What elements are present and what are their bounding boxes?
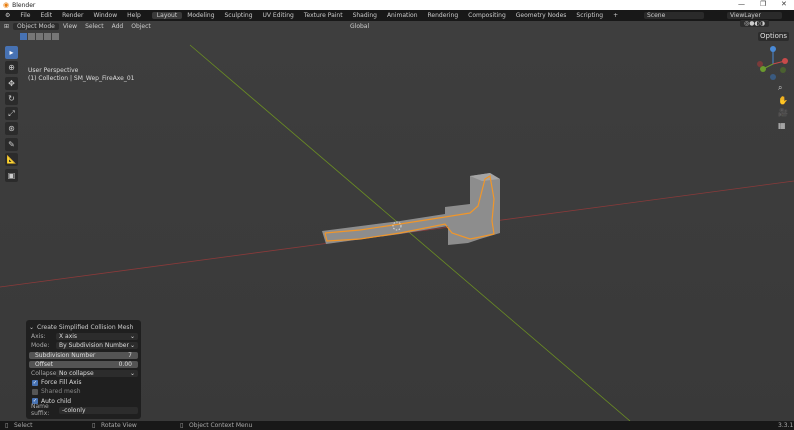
collapse-dropdown[interactable]: No collapse ⌄ bbox=[56, 370, 138, 378]
tab-layout[interactable]: Layout bbox=[151, 12, 183, 19]
title-bar: ◉ Blender — ❐ ✕ bbox=[0, 0, 794, 10]
mouse-right-icon: ▯ bbox=[180, 422, 184, 429]
measure-tool-icon[interactable]: 📐 bbox=[5, 153, 18, 166]
camera-icon: 🎥 bbox=[778, 108, 788, 117]
mode-selector[interactable]: Object Mode bbox=[13, 22, 59, 30]
operator-panel: ⌄ Create Simplified Collision Mesh Axis: X… bbox=[26, 320, 141, 419]
menu-help[interactable]: Help bbox=[122, 12, 146, 19]
collection-label: (1) Collection | SM_Wep_FireAxe_01 bbox=[28, 75, 135, 82]
force-fill-checkbox[interactable]: ✓ Force Fill Axis bbox=[29, 378, 138, 387]
tab-compositing[interactable]: Compositing bbox=[463, 12, 511, 19]
maximize-button[interactable]: ❐ bbox=[760, 0, 766, 8]
offset-field[interactable]: Offset 0.00 bbox=[29, 360, 138, 368]
tab-texture-paint[interactable]: Texture Paint bbox=[299, 12, 348, 19]
shared-mesh-checkbox[interactable]: Shared mesh bbox=[29, 387, 138, 396]
tab-modeling[interactable]: Modeling bbox=[182, 12, 219, 19]
close-button[interactable]: ✕ bbox=[781, 0, 787, 8]
menu-object[interactable]: Object bbox=[127, 23, 155, 30]
select-mode-buttons[interactable] bbox=[20, 33, 59, 40]
transform-tool-icon[interactable]: ⊛ bbox=[5, 122, 18, 135]
orientation-selector[interactable]: Global bbox=[346, 23, 373, 30]
navigation-gizmo[interactable] bbox=[755, 44, 794, 84]
tab-animation[interactable]: Animation bbox=[382, 12, 423, 19]
move-tool-icon[interactable]: ✥ bbox=[5, 77, 18, 90]
pan-hand-icon: ✋ bbox=[778, 95, 788, 105]
y-axis-line bbox=[189, 44, 631, 421]
top-bar: ⚙ File Edit Render Window Help Layout Mo… bbox=[0, 10, 794, 21]
status-context: Object Context Menu bbox=[189, 422, 253, 429]
status-rotate: Rotate View bbox=[101, 422, 137, 429]
add-cube-tool-icon[interactable]: ▣ bbox=[5, 169, 18, 182]
mode-dropdown[interactable]: By Subdivision Number ⌄ bbox=[56, 342, 138, 350]
suffix-input[interactable]: -colonly bbox=[59, 406, 138, 414]
viewport-header: ⊞ Object Mode View Select Add Object Glo… bbox=[0, 20, 794, 31]
scene-selector[interactable]: Scene bbox=[644, 12, 704, 19]
gizmo-z bbox=[770, 46, 776, 52]
options-button[interactable]: Options bbox=[758, 32, 790, 41]
status-bar: ▯ Select ▯ Rotate View ▯ Object Context Men… bbox=[0, 421, 794, 430]
tab-rendering[interactable]: Rendering bbox=[423, 12, 464, 19]
window-title: Blender bbox=[12, 1, 36, 9]
editor-type-icon[interactable]: ⊞ bbox=[0, 23, 13, 30]
blender-menu-icon[interactable]: ⚙ bbox=[0, 12, 15, 19]
annotate-tool-icon[interactable]: ✎ bbox=[5, 138, 18, 151]
menu-window[interactable]: Window bbox=[88, 12, 122, 19]
tab-shading[interactable]: Shading bbox=[348, 12, 382, 19]
view-layer-selector[interactable]: ViewLayer bbox=[727, 12, 782, 19]
tab-geometry-nodes[interactable]: Geometry Nodes bbox=[511, 12, 572, 19]
mouse-left-icon: ▯ bbox=[5, 422, 9, 429]
menu-edit[interactable]: Edit bbox=[35, 12, 57, 19]
menu-file[interactable]: File bbox=[15, 12, 35, 19]
status-select: Select bbox=[14, 422, 33, 429]
scale-tool-icon[interactable]: ⤢ bbox=[5, 107, 18, 120]
mouse-middle-icon: ▯ bbox=[92, 422, 96, 429]
zoom-icon: ⌕ bbox=[778, 83, 783, 92]
panel-header[interactable]: ⌄ Create Simplified Collision Mesh bbox=[29, 323, 138, 332]
rotate-tool-icon[interactable]: ↻ bbox=[5, 92, 18, 105]
axis-label: Axis: bbox=[31, 333, 46, 341]
collapse-label: Collapse: bbox=[31, 370, 59, 378]
axis-dropdown[interactable]: X axis ⌄ bbox=[56, 333, 138, 341]
subdivision-number-field[interactable]: Subdivision Number 7 bbox=[29, 351, 138, 359]
menu-select[interactable]: Select bbox=[81, 23, 108, 30]
menu-view[interactable]: View bbox=[59, 23, 81, 30]
version-label: 3.3.1 bbox=[778, 422, 794, 429]
tab-uv-editing[interactable]: UV Editing bbox=[258, 12, 299, 19]
add-workspace-button[interactable]: + bbox=[608, 12, 623, 19]
grid-icon: ▦ bbox=[778, 120, 786, 130]
suffix-label: Name suffix: bbox=[31, 403, 50, 418]
perspective-label: User Perspective bbox=[28, 67, 79, 74]
menu-add[interactable]: Add bbox=[108, 23, 128, 30]
shading-buttons[interactable]: ◎●◐◑ bbox=[740, 20, 769, 27]
tab-sculpting[interactable]: Sculpting bbox=[220, 12, 258, 19]
menu-render[interactable]: Render bbox=[57, 12, 88, 19]
minimize-button[interactable]: — bbox=[738, 0, 745, 8]
blender-logo-icon: ◉ bbox=[3, 1, 10, 9]
cursor-tool-icon[interactable]: ⊕ bbox=[5, 61, 18, 74]
tab-scripting[interactable]: Scripting bbox=[571, 12, 608, 19]
viewport-nav-buttons[interactable]: ⌕ ✋ 🎥 ▦ bbox=[778, 82, 788, 132]
mode-label: Mode: bbox=[31, 342, 50, 350]
select-tool-icon[interactable]: ▸ bbox=[5, 46, 18, 59]
panel-title: Create Simplified Collision Mesh bbox=[37, 324, 134, 332]
viewport-info: User Perspective (1) Collection | SM_Wep… bbox=[28, 67, 135, 83]
